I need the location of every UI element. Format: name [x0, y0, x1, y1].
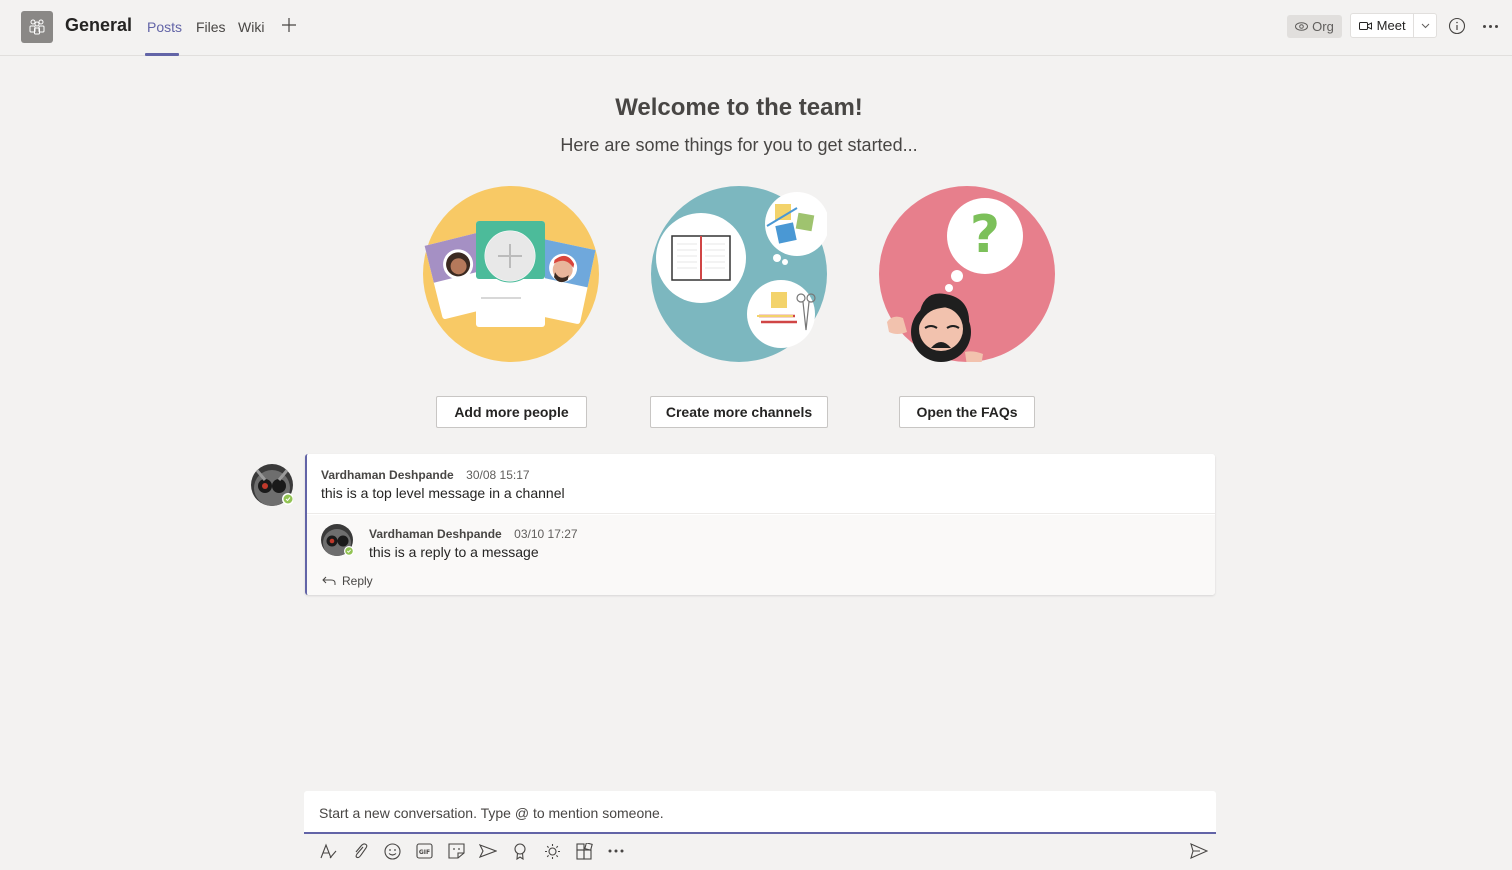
people-icon	[29, 19, 45, 35]
message-thread: Vardhaman Deshpande 30/08 15:17 this is …	[305, 454, 1215, 595]
video-camera-icon	[1358, 21, 1372, 30]
add-tab-button[interactable]	[280, 16, 298, 36]
plus-icon	[282, 18, 296, 32]
channel-header: General Posts Files Wiki Org Meet	[0, 0, 1512, 56]
tab-posts[interactable]: Posts	[147, 19, 182, 35]
team-icon[interactable]	[21, 11, 53, 43]
praise-icon[interactable]	[510, 842, 530, 860]
org-label: Org	[1312, 19, 1334, 34]
create-more-channels-button[interactable]: Create more channels	[650, 396, 828, 428]
emoji-icon[interactable]	[382, 842, 402, 860]
message-text: this is a reply to a message	[369, 544, 539, 560]
more-icon	[1482, 24, 1486, 28]
stream-icon[interactable]	[542, 842, 562, 860]
eye-icon	[1295, 22, 1309, 31]
tab-files[interactable]: Files	[196, 19, 226, 35]
more-options-icon[interactable]	[606, 842, 626, 860]
svg-text:?: ?	[970, 205, 1000, 265]
reply-label: Reply	[342, 574, 373, 588]
channel-info-button[interactable]	[1448, 17, 1466, 35]
create-channels-illustration	[651, 186, 827, 362]
meet-button[interactable]: Meet	[1351, 14, 1415, 37]
meet-dropdown-button[interactable]	[1414, 14, 1436, 37]
chevron-down-icon	[1421, 23, 1429, 28]
welcome-subtitle: Here are some things for you to get star…	[560, 135, 918, 155]
tab-wiki[interactable]: Wiki	[238, 19, 264, 35]
format-icon[interactable]	[318, 842, 338, 860]
send-icon	[1190, 843, 1208, 859]
avatar[interactable]	[251, 464, 293, 506]
channel-title: General	[65, 15, 133, 35]
welcome-title: Welcome to the team!	[615, 94, 863, 121]
top-level-message[interactable]: Vardhaman Deshpande 30/08 15:17 this is …	[307, 454, 1215, 514]
open-faqs-button[interactable]: Open the FAQs	[899, 396, 1035, 428]
reply-button[interactable]: Reply	[322, 574, 373, 588]
gif-icon[interactable]: GIF	[414, 842, 434, 860]
message-text: this is a top level message in a channel	[321, 485, 565, 501]
org-button[interactable]: Org	[1287, 15, 1342, 38]
reply-message[interactable]: Vardhaman Deshpande 03/10 17:27 this is …	[307, 515, 1215, 595]
add-people-illustration	[423, 186, 599, 362]
active-tab-indicator	[145, 53, 179, 56]
send-button[interactable]	[1189, 842, 1209, 860]
meet-now-icon[interactable]	[478, 842, 498, 860]
sticker-icon[interactable]	[446, 842, 466, 860]
apps-icon[interactable]	[574, 842, 594, 860]
info-icon	[1448, 17, 1466, 35]
add-more-people-button[interactable]: Add more people	[436, 396, 587, 428]
attach-icon[interactable]	[350, 842, 370, 860]
message-author[interactable]: Vardhaman Deshpande	[369, 527, 502, 541]
svg-text:GIF: GIF	[418, 849, 429, 856]
reply-arrow-icon	[322, 576, 336, 585]
meet-button-group: Meet	[1350, 13, 1437, 38]
presence-available-icon	[283, 494, 293, 504]
meet-label: Meet	[1376, 18, 1406, 33]
faq-illustration: ?	[879, 186, 1055, 362]
compose-box[interactable]: Start a new conversation. Type @ to ment…	[304, 791, 1216, 834]
more-options-button[interactable]	[1480, 17, 1500, 35]
message-author[interactable]: Vardhaman Deshpande	[321, 468, 454, 482]
compose-placeholder: Start a new conversation. Type @ to ment…	[319, 805, 664, 821]
message-timestamp: 30/08 15:17	[466, 468, 530, 482]
avatar[interactable]	[321, 524, 355, 558]
message-timestamp: 03/10 17:27	[514, 527, 578, 541]
